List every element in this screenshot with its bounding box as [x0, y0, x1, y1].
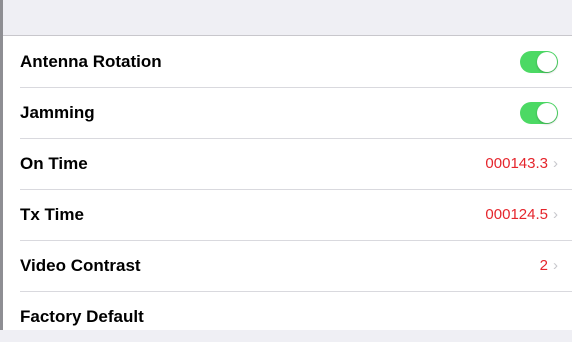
- section-header-band: [3, 0, 572, 35]
- settings-list: Antenna Rotation Jamming On Time 000143.…: [3, 35, 572, 330]
- row-label: Jamming: [20, 102, 95, 122]
- toggle-knob: [537, 51, 557, 72]
- toggle-knob: [537, 102, 557, 123]
- row-factory-default[interactable]: Factory Default: [3, 291, 572, 342]
- row-on-time[interactable]: On Time 000143.3 ›: [3, 138, 572, 189]
- row-label: Video Contrast: [20, 255, 141, 275]
- row-label: On Time: [20, 153, 88, 173]
- tx-time-value: 000124.5: [485, 206, 548, 223]
- video-contrast-value: 2: [539, 257, 548, 274]
- jamming-toggle[interactable]: [520, 101, 558, 124]
- row-video-contrast[interactable]: Video Contrast 2 ›: [3, 240, 572, 291]
- row-antenna-rotation: Antenna Rotation: [3, 36, 572, 87]
- chevron-right-icon: ›: [553, 155, 558, 172]
- antenna-rotation-toggle[interactable]: [520, 50, 558, 73]
- chevron-right-icon: ›: [553, 206, 558, 223]
- row-jamming: Jamming: [3, 87, 572, 138]
- chevron-right-icon: ›: [553, 257, 558, 274]
- row-label: Tx Time: [20, 204, 84, 224]
- row-tx-time[interactable]: Tx Time 000124.5 ›: [3, 189, 572, 240]
- row-label: Antenna Rotation: [20, 51, 162, 71]
- factory-default-button: Factory Default: [20, 306, 144, 326]
- on-time-value: 000143.3: [485, 155, 548, 172]
- settings-screen: Antenna Rotation Jamming On Time 000143.…: [0, 0, 572, 330]
